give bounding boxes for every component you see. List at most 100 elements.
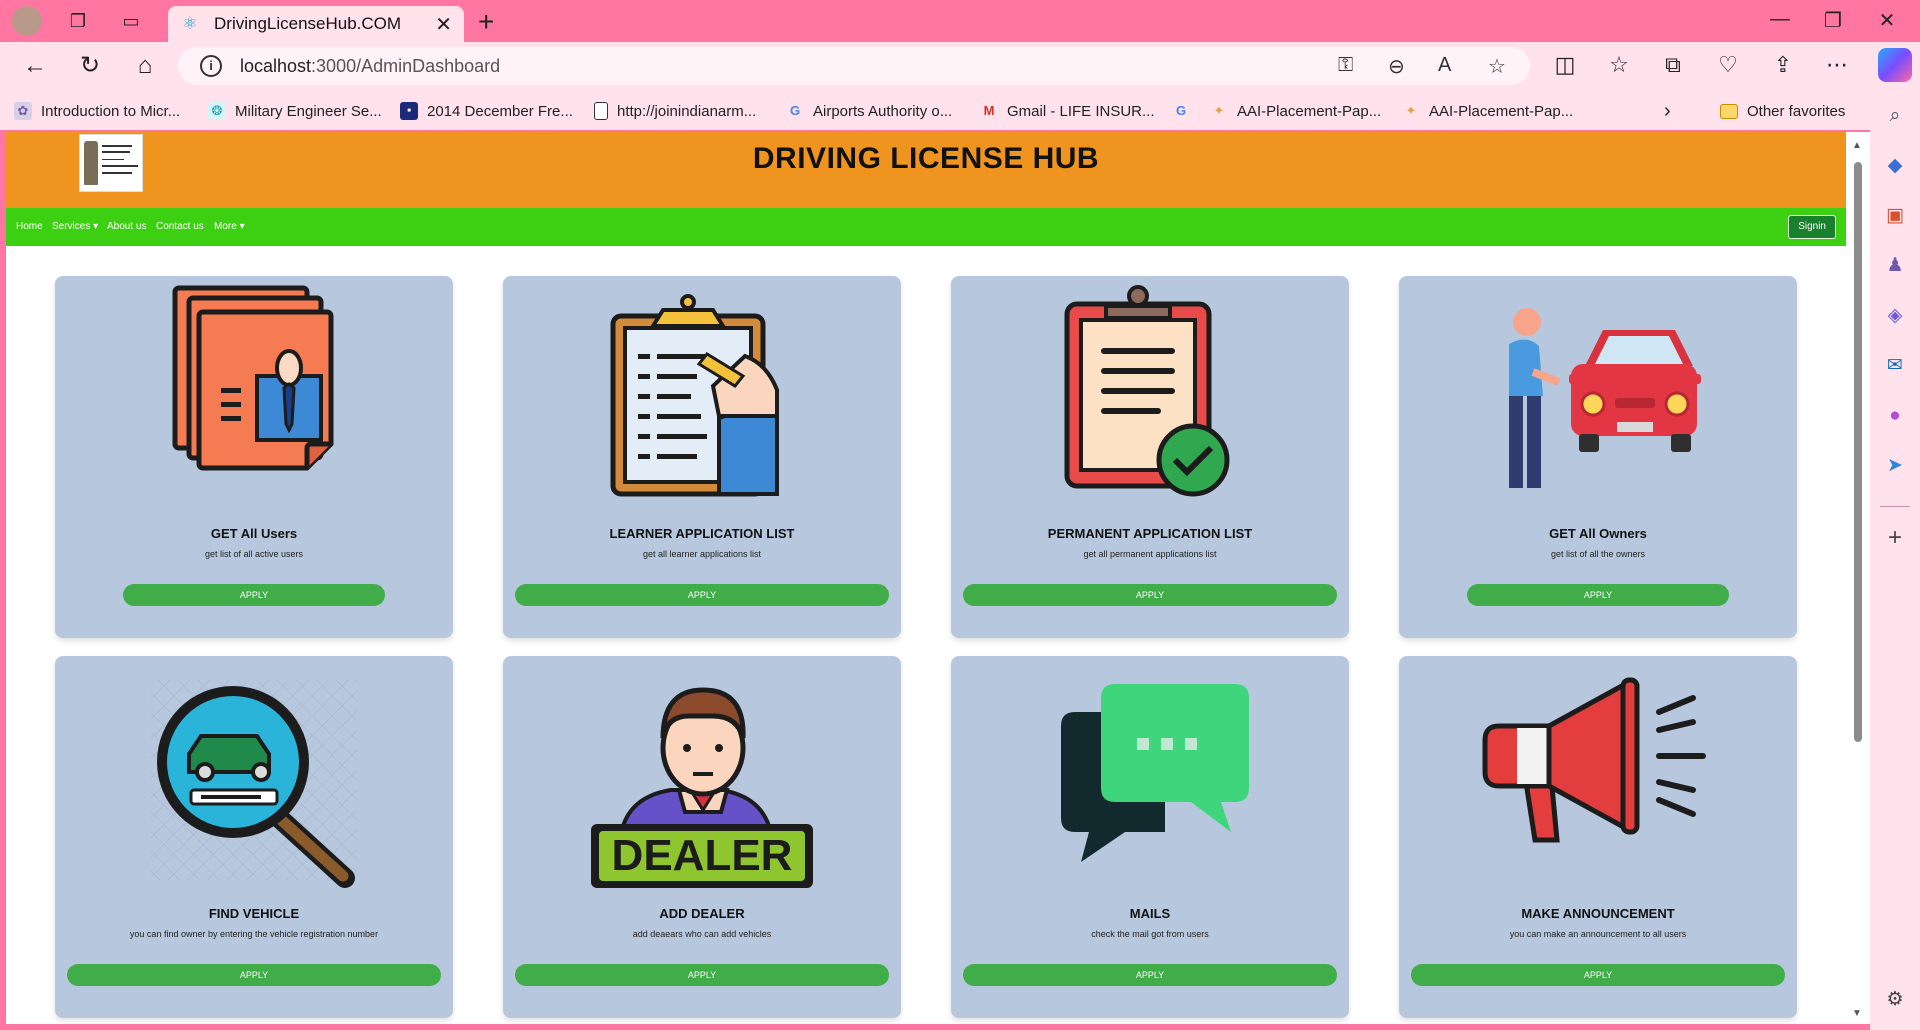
favorite-item[interactable]: ✦ AAI-Placement-Pap...: [1402, 100, 1574, 122]
favicon-icon: ❂: [208, 102, 226, 120]
split-screen-icon[interactable]: ◫: [1550, 52, 1580, 78]
megaphone-icon: [1482, 677, 1706, 843]
site-navbar: Home Services ▾ About us Contact us More…: [6, 208, 1846, 246]
apply-button[interactable]: APPLY: [1467, 584, 1729, 606]
clipboard-check-icon: [1064, 285, 1230, 497]
favorite-star-icon[interactable]: ☆: [1488, 54, 1506, 79]
address-bar: ← ↻ ⌂ i localhost:3000/AdminDashboard ⚿ …: [0, 42, 1920, 90]
tools-icon[interactable]: ▣: [1883, 204, 1907, 228]
other-favorites-folder[interactable]: Other favorites: [1720, 100, 1845, 122]
refresh-button[interactable]: ↻: [75, 52, 105, 80]
designer-icon[interactable]: ●: [1883, 404, 1907, 428]
profile-avatar[interactable]: [12, 6, 42, 36]
card-title: FIND VEHICLE: [208, 906, 300, 921]
apply-button[interactable]: APPLY: [515, 584, 889, 606]
favorite-item[interactable]: http://joinindianarm...: [594, 100, 756, 122]
card-description: get list of all the owners: [1550, 549, 1646, 559]
apply-button[interactable]: APPLY: [963, 964, 1337, 986]
card-description: get all learner applications list: [642, 549, 762, 559]
browser-essentials-icon[interactable]: ♡: [1713, 52, 1743, 78]
chat-bubbles-icon: [1061, 684, 1249, 862]
more-favorites-chevron-icon[interactable]: ›: [1664, 100, 1671, 122]
page-scrollbar[interactable]: ▲ ▼: [1846, 132, 1870, 1024]
favorite-item[interactable]: ❂ Military Engineer Se...: [208, 100, 382, 122]
new-tab-button[interactable]: +: [478, 6, 494, 38]
card-description: you can make an announcement to all user…: [1509, 929, 1687, 939]
card-mails: MAILS check the mail got from users APPL…: [951, 656, 1349, 1018]
scroll-down-arrow-icon[interactable]: ▼: [1852, 1008, 1862, 1019]
sidebar-divider: [1880, 506, 1910, 507]
favorite-item[interactable]: ✦ AAI-Placement-Pap...: [1210, 100, 1382, 122]
apply-button[interactable]: APPLY: [515, 964, 889, 986]
send-icon[interactable]: ➤: [1883, 454, 1907, 478]
games-icon[interactable]: ♟: [1883, 254, 1907, 278]
favorite-item[interactable]: G Airports Authority o...: [786, 100, 952, 122]
favicon-icon: ✦: [1213, 103, 1225, 118]
favorite-item[interactable]: M Gmail - LIFE INSUR...: [980, 100, 1155, 122]
react-favicon-icon: ⚛: [182, 14, 198, 33]
nav-more[interactable]: More ▾: [214, 221, 245, 232]
apply-button[interactable]: APPLY: [67, 964, 441, 986]
folder-icon: [1720, 103, 1738, 119]
user-documents-icon: [172, 285, 334, 471]
card-find-vehicle: FIND VEHICLE you can find owner by enter…: [55, 656, 453, 1018]
minimize-button[interactable]: —: [1765, 8, 1795, 31]
favorite-item[interactable]: G: [1172, 100, 1199, 122]
clipboard-writing-icon: [610, 294, 779, 497]
card-add-dealer: DEALER ADD DEALER add deaears who can ad…: [503, 656, 901, 1018]
restore-button[interactable]: ❐: [1818, 8, 1848, 33]
back-button[interactable]: ←: [20, 52, 50, 80]
favorites-icon[interactable]: ☆: [1604, 52, 1634, 78]
copilot-icon[interactable]: [1878, 48, 1912, 82]
collections-icon[interactable]: ⧉: [1658, 52, 1688, 78]
scroll-up-arrow-icon[interactable]: ▲: [1852, 140, 1862, 151]
search-icon[interactable]: ⌕: [1883, 104, 1907, 128]
dealer-sign-text: DEALER: [612, 831, 793, 880]
favorite-item[interactable]: ■ 2014 December Fre...: [400, 100, 573, 122]
favorites-bar: ✿ Introduction to Micr... ❂ Military Engin…: [0, 90, 1870, 130]
favicon-icon: ✿: [14, 102, 32, 120]
favicon-icon: ✦: [1405, 103, 1417, 118]
outlook-icon[interactable]: ✉: [1883, 354, 1907, 378]
url-text: localhost:3000/AdminDashboard: [240, 56, 501, 76]
signin-button[interactable]: Signin: [1788, 215, 1836, 239]
active-tab[interactable]: ⚛ DrivingLicenseHub.COM ✕: [168, 6, 464, 42]
home-button[interactable]: ⌂: [130, 52, 160, 80]
m365-icon[interactable]: ◈: [1883, 304, 1907, 328]
vehicle-search-icon: [151, 680, 357, 888]
tab-title: DrivingLicenseHub.COM: [214, 14, 402, 33]
apply-button[interactable]: APPLY: [123, 584, 385, 606]
card-title: LEARNER APPLICATION LIST: [609, 526, 795, 541]
card-description: add deaears who can add vehicles: [632, 929, 772, 939]
card-title: GET All Users: [210, 526, 298, 541]
settings-gear-icon[interactable]: ⚙: [1883, 988, 1907, 1012]
read-aloud-icon[interactable]: A: [1438, 54, 1451, 77]
card-title: ADD DEALER: [659, 906, 745, 921]
favicon-icon: ■: [400, 102, 418, 120]
google-icon: G: [1175, 103, 1187, 118]
more-menu-icon[interactable]: ⋯: [1822, 52, 1852, 78]
zoom-icon[interactable]: ⊖: [1388, 54, 1405, 79]
scroll-thumb[interactable]: [1854, 162, 1862, 742]
gmail-icon: M: [983, 103, 995, 118]
site-info-icon[interactable]: i: [200, 55, 222, 77]
close-window-button[interactable]: ✕: [1872, 8, 1902, 33]
apply-button[interactable]: APPLY: [963, 584, 1337, 606]
favorite-item[interactable]: ✿ Introduction to Micr...: [14, 100, 180, 122]
nav-about-us[interactable]: About us: [107, 221, 146, 232]
nav-services[interactable]: Services ▾: [52, 221, 98, 232]
edge-sidebar: ⌕ ◆ ▣ ♟ ◈ ✉ ● ➤ + ⚙: [1870, 90, 1920, 1030]
shopping-tag-icon[interactable]: ◆: [1883, 154, 1907, 178]
nav-contact-us[interactable]: Contact us: [156, 221, 204, 232]
apply-button[interactable]: APPLY: [1411, 964, 1785, 986]
url-field[interactable]: i localhost:3000/AdminDashboard ⚿ ⊖ A ☆: [178, 47, 1530, 85]
tab-actions-icon[interactable]: ▭: [117, 8, 145, 34]
password-key-icon[interactable]: ⚿: [1338, 54, 1353, 77]
workspaces-icon[interactable]: ❐: [64, 8, 92, 34]
share-icon[interactable]: ⇪: [1768, 52, 1798, 78]
tab-close-icon[interactable]: ✕: [435, 12, 452, 37]
nav-home[interactable]: Home: [16, 221, 43, 232]
card-description: get list of all active users: [204, 549, 304, 559]
add-icon[interactable]: +: [1883, 526, 1907, 550]
card-title: GET All Owners: [1549, 526, 1647, 541]
